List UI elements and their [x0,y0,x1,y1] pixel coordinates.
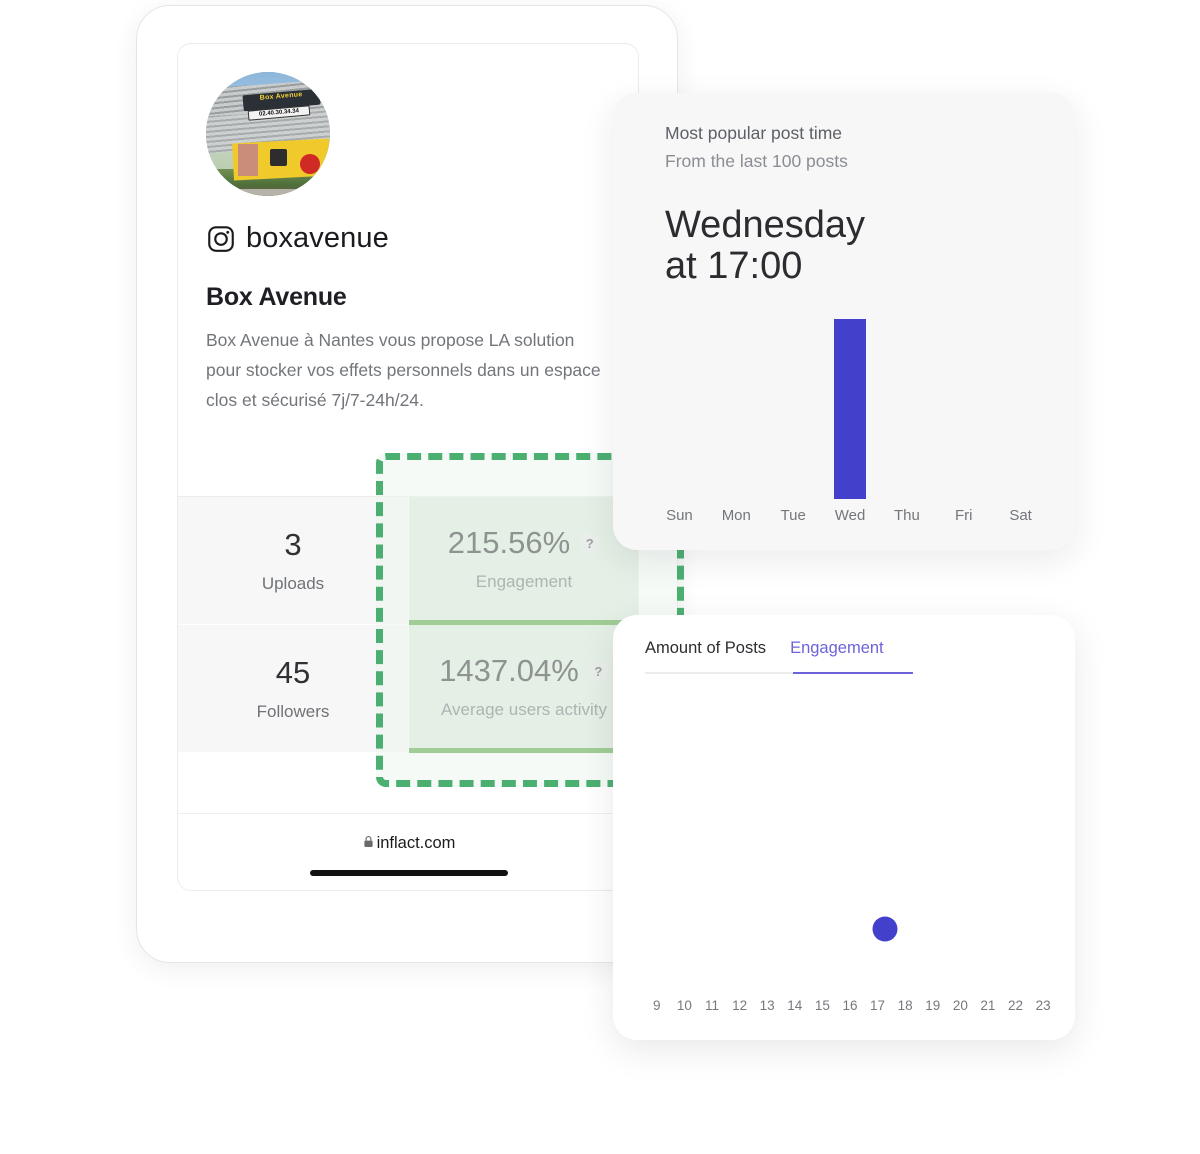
tab-engagement[interactable]: Engagement [790,639,884,672]
axis-label-mon: Mon [721,507,751,524]
phone-device-frame: Box Avenue 02.40.30.34.34 boxavenue Box … [136,5,678,963]
phone-screen: Box Avenue 02.40.30.34.34 boxavenue Box … [177,43,639,891]
stat-value: 3 [284,527,302,562]
profile-bio: Box Avenue à Nantes vous propose LA solu… [206,330,601,410]
browser-url-bar[interactable]: inflact.com [178,813,638,890]
axis-label-thu: Thu [893,507,920,524]
bar-column-tue[interactable] [765,319,822,499]
help-icon[interactable]: ? [579,532,601,554]
axis-label-tue: Tue [780,507,806,524]
axis-label-wed: Wed [834,507,866,524]
axis-label-fri: Fri [954,507,973,524]
bar-column-sun[interactable] [651,319,708,499]
card-title: Most popular post time [665,123,843,143]
scatter-point-17h[interactable] [872,916,898,942]
axis-label-15: 15 [814,998,830,1013]
engagement-card-tabs: Amount of Posts Engagement [613,639,1075,674]
stat-value: 1437.04% [439,653,579,688]
stat-value: 45 [275,655,311,690]
bar-wed [834,319,866,499]
axis-label-13: 13 [759,998,775,1013]
tab-underline-active [793,672,913,674]
axis-label-16: 16 [842,998,858,1013]
bar-column-mon[interactable] [708,319,765,499]
axis-label-21: 21 [980,998,996,1013]
scatter-plot-area [643,707,1057,992]
headline-time: at 17:00 [665,245,803,287]
axis-label-22: 22 [1008,998,1024,1013]
stat-label: Average users activity [441,700,607,719]
profile-handle: boxavenue [246,222,389,254]
engagement-chart-card: Amount of Posts Engagement 9 10 11 12 13… [613,615,1075,1040]
weekday-axis-labels: Sun Mon Tue Wed Thu Fri Sat [651,507,1049,524]
axis-label-14: 14 [787,998,803,1013]
axis-label-sun: Sun [666,507,693,524]
headline-day: Wednesday [665,204,865,246]
bar-chart-plot-area [651,319,1049,499]
home-indicator [310,870,508,876]
url-text: inflact.com [376,834,456,852]
hour-axis-labels: 9 10 11 12 13 14 15 16 17 18 19 20 21 22… [643,998,1057,1013]
help-icon[interactable]: ? [587,660,609,682]
stat-label: Engagement [475,572,573,591]
axis-label-23: 23 [1035,998,1051,1013]
axis-label-10: 10 [676,998,692,1013]
axis-label-18: 18 [897,998,913,1013]
most-popular-post-time-card: Most popular post time From the last 100… [613,93,1075,550]
stat-card-uploads[interactable]: 3 Uploads [178,497,409,625]
stat-card-average-users-activity[interactable]: 1437.04% ? Average users activity [409,625,638,753]
stats-grid: 3 Uploads 215.56% ? Engagement 45 Follow… [178,496,638,753]
stat-label: Followers [256,702,330,721]
card-subtitle: From the last 100 posts [665,151,848,171]
hourly-engagement-scatter-chart: 9 10 11 12 13 14 15 16 17 18 19 20 21 22… [643,707,1057,1026]
profile-handle-row: boxavenue [206,222,610,255]
bar-column-wed[interactable] [822,319,879,499]
axis-label-17: 17 [870,998,886,1013]
stat-value: 215.56% [447,525,571,560]
axis-label-sat: Sat [1009,507,1032,524]
tab-underline-inactive [645,672,793,674]
bar-column-sat[interactable] [992,319,1049,499]
avatar: Box Avenue 02.40.30.34.34 [206,72,330,196]
axis-label-12: 12 [732,998,748,1013]
stat-label: Uploads [261,574,325,593]
bar-column-fri[interactable] [935,319,992,499]
axis-label-11: 11 [704,998,719,1013]
stat-card-engagement[interactable]: 215.56% ? Engagement [409,497,638,625]
tab-amount-of-posts[interactable]: Amount of Posts [645,639,766,672]
bar-column-thu[interactable] [878,319,935,499]
axis-label-20: 20 [952,998,968,1013]
stat-card-followers[interactable]: 45 Followers [178,625,409,753]
instagram-icon [206,224,236,254]
weekday-bar-chart: Sun Mon Tue Wed Thu Fri Sat [651,319,1049,534]
lock-icon [363,834,374,853]
axis-label-19: 19 [925,998,941,1013]
profile-full-name: Box Avenue [206,283,347,311]
axis-label-9: 9 [653,998,661,1013]
